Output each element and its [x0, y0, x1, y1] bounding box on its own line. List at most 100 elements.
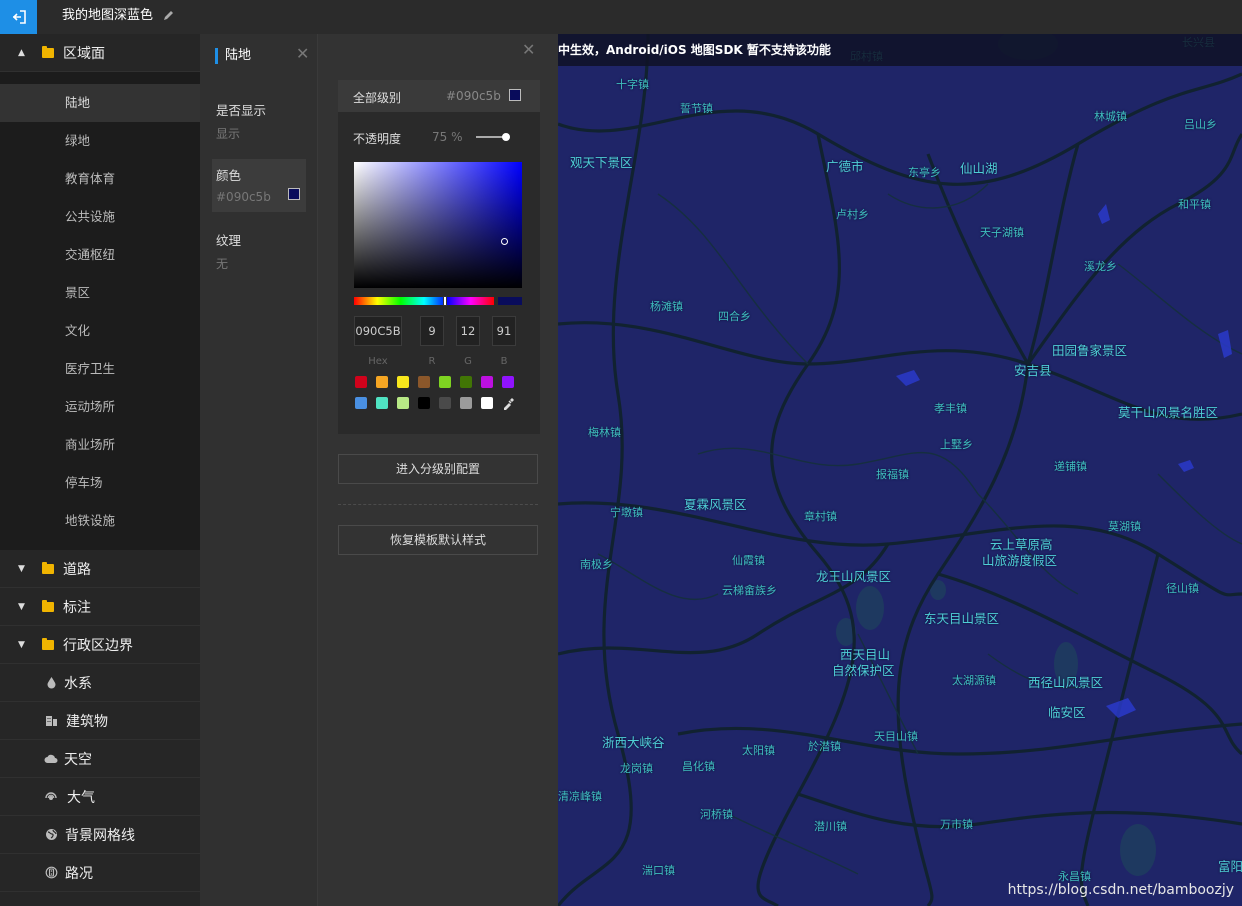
place-label: 湍口镇	[642, 864, 675, 877]
place-label: 和平镇	[1178, 198, 1211, 211]
section-admin-boundary[interactable]: ▼ 行政区边界	[0, 626, 200, 664]
sub-item-subway[interactable]: 地铁设施	[0, 502, 200, 540]
place-label: 清凉峰镇	[558, 790, 602, 803]
close-icon[interactable]: ✕	[522, 40, 535, 59]
g-input[interactable]: 12	[456, 316, 480, 346]
place-label: 广德市	[826, 159, 864, 174]
level-config-button[interactable]: 进入分级别配置	[338, 454, 538, 484]
section-water[interactable]: 水系	[0, 664, 200, 702]
preset-color-swatch[interactable]	[439, 376, 451, 388]
folder-icon	[42, 45, 54, 58]
slider-knob[interactable]	[502, 133, 510, 141]
section-buildings[interactable]: 建筑物	[0, 702, 200, 740]
place-label: 宁墩镇	[610, 506, 643, 519]
place-label: 田园鲁家景区	[1052, 343, 1128, 358]
hue-knob[interactable]	[443, 296, 447, 306]
preset-color-swatch[interactable]	[439, 397, 451, 409]
prop-color[interactable]: 颜色 #090c5b	[212, 159, 306, 212]
place-label: 潜川镇	[814, 820, 847, 833]
sub-item-transport[interactable]: 交通枢纽	[0, 236, 200, 274]
section-label: 建筑物	[66, 713, 108, 730]
land-properties-panel: 陆地 ✕ 是否显示 显示 颜色 #090c5b 纹理 无	[200, 34, 318, 906]
sub-item-land[interactable]: 陆地	[0, 84, 200, 122]
sub-item-greenland[interactable]: 绿地	[0, 122, 200, 160]
prop-label: 是否显示	[216, 103, 267, 118]
place-label: 昌化镇	[682, 760, 715, 773]
place-label: 万市镇	[940, 818, 973, 831]
sub-item-scenic[interactable]: 景区	[0, 274, 200, 312]
color-swatch	[288, 188, 300, 200]
section-sky[interactable]: 天空	[0, 740, 200, 778]
b-input[interactable]: 91	[492, 316, 516, 346]
caret-up-icon: ▲	[18, 47, 25, 58]
eyedropper-icon[interactable]	[502, 396, 516, 410]
watermark: https://blog.csdn.net/bamboozjy	[1007, 882, 1234, 898]
building-icon	[44, 714, 58, 728]
layer-sidebar: ▲ 区域面 陆地 绿地 教育体育 公共设施 交通枢纽 景区 文化 医疗卫生 运动…	[0, 34, 200, 906]
level-label: 全部级别	[353, 91, 402, 105]
prop-texture[interactable]: 纹理 无	[212, 224, 306, 278]
section-labels[interactable]: ▼ 标注	[0, 588, 200, 626]
preset-color-swatch[interactable]	[376, 376, 388, 388]
section-label: 行政区边界	[63, 637, 133, 654]
color-cursor[interactable]	[501, 238, 508, 245]
preset-color-swatch[interactable]	[355, 376, 367, 388]
preset-color-swatch[interactable]	[481, 376, 493, 388]
r-input[interactable]: 9	[420, 316, 444, 346]
caret-down-icon: ▼	[18, 639, 25, 650]
sub-item-medical[interactable]: 医疗卫生	[0, 350, 200, 388]
preset-color-swatch[interactable]	[481, 397, 493, 409]
edit-pencil-icon[interactable]	[162, 8, 176, 22]
globe-icon	[44, 828, 58, 842]
place-label: 递铺镇	[1054, 460, 1087, 473]
place-label: 自然保护区	[832, 663, 895, 678]
preset-color-swatch[interactable]	[460, 397, 472, 409]
saturation-value-area[interactable]	[354, 162, 522, 288]
sub-item-culture[interactable]: 文化	[0, 312, 200, 350]
preset-color-swatch[interactable]	[418, 397, 430, 409]
place-label: 西径山风景区	[1028, 675, 1104, 690]
sub-item-sports[interactable]: 运动场所	[0, 388, 200, 426]
restore-default-button[interactable]: 恢复模板默认样式	[338, 525, 538, 555]
place-label: 杨滩镇	[650, 300, 683, 313]
place-label: 天子湖镇	[980, 226, 1024, 239]
section-traffic[interactable]: 路况	[0, 854, 200, 892]
opacity-slider[interactable]	[476, 133, 510, 141]
preset-color-swatch[interactable]	[397, 397, 409, 409]
section-label: 水系	[64, 675, 92, 692]
preset-color-swatch[interactable]	[397, 376, 409, 388]
sub-item-commerce[interactable]: 商业场所	[0, 426, 200, 464]
place-label: 章村镇	[804, 510, 837, 523]
preset-color-swatch[interactable]	[355, 397, 367, 409]
sub-item-public[interactable]: 公共设施	[0, 198, 200, 236]
hex-input[interactable]: 090C5B	[354, 316, 402, 346]
map-canvas[interactable]: 邱村镇长兴县十字镇誓节镇林城镇吕山乡观天下景区广德市东亭乡仙山湖卢村乡和平镇天子…	[558, 34, 1242, 906]
atmosphere-icon	[44, 790, 58, 804]
section-atmosphere[interactable]: 大气	[0, 778, 200, 816]
section-label: 标注	[63, 599, 91, 616]
place-label: 龙王山风景区	[816, 569, 892, 584]
hue-slider[interactable]	[354, 296, 494, 306]
place-label: 於潜镇	[808, 740, 841, 753]
close-icon[interactable]: ✕	[296, 44, 309, 63]
exit-button[interactable]	[0, 0, 37, 34]
section-label: 大气	[67, 789, 95, 806]
section-roads[interactable]: ▼ 道路	[0, 550, 200, 588]
color-config-panel: ✕ 全部级别 #090c5b 不透明度 75 % 090C5B 9 12 91 …	[318, 34, 558, 906]
place-label: 卢村乡	[836, 208, 869, 221]
section-area-faces[interactable]: ▲ 区域面	[0, 34, 200, 72]
preset-color-swatch[interactable]	[418, 376, 430, 388]
sub-item-education[interactable]: 教育体育	[0, 160, 200, 198]
preset-color-swatch[interactable]	[376, 397, 388, 409]
sub-item-parking[interactable]: 停车场	[0, 464, 200, 502]
preset-color-swatch[interactable]	[460, 376, 472, 388]
opacity-value: 75 %	[432, 130, 463, 144]
section-grid-lines[interactable]: 背景网格线	[0, 816, 200, 854]
place-label: 十字镇	[616, 78, 649, 91]
level-row[interactable]: 全部级别 #090c5b	[338, 80, 540, 112]
place-label: 东天目山景区	[924, 611, 1000, 626]
prop-visibility[interactable]: 是否显示 显示	[212, 94, 306, 148]
opacity-label: 不透明度	[353, 132, 402, 146]
level-color-swatch	[509, 89, 521, 101]
preset-color-swatch[interactable]	[502, 376, 514, 388]
